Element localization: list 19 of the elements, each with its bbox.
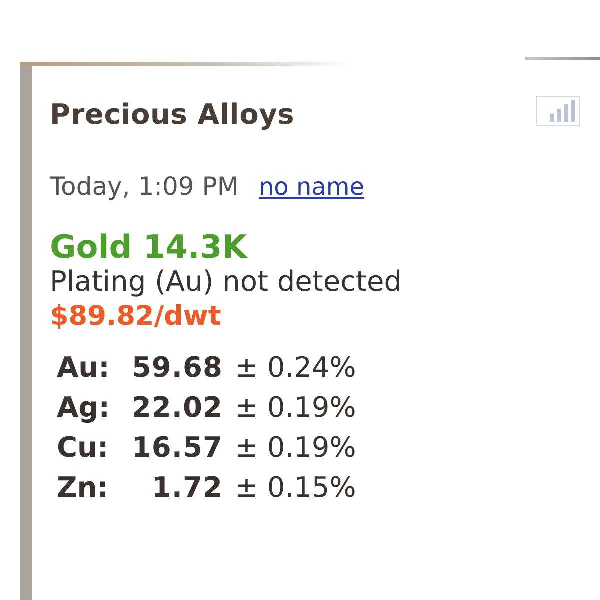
element-percentage: 1.72 — [150, 470, 223, 506]
element-symbol: Au: — [57, 350, 111, 386]
sample-name-link[interactable]: no name — [258, 172, 365, 202]
alloy-grade: Gold 14.3K — [50, 229, 249, 265]
price-per-dwt: $89.82/dwt — [50, 301, 222, 333]
element-percentage: 59.68 — [130, 350, 223, 386]
element-percentage: 22.02 — [130, 390, 223, 426]
measurement-error: ± 0.24% — [235, 350, 356, 386]
measurement-error: ± 0.19% — [235, 430, 356, 466]
element-symbol: Zn: — [57, 470, 110, 506]
timestamp: Today, 1:09 PM — [50, 172, 239, 202]
element-percentage: 16.57 — [130, 430, 223, 466]
measurement-error: ± 0.19% — [235, 390, 356, 426]
element-symbol: Cu: — [57, 430, 110, 466]
element-symbol: Ag: — [57, 390, 111, 426]
measurement-error: ± 0.15% — [235, 470, 356, 506]
plating-note: Plating (Au) not detected — [50, 266, 403, 298]
screen-title: Precious Alloys — [50, 98, 295, 132]
signal-icon — [536, 96, 580, 126]
